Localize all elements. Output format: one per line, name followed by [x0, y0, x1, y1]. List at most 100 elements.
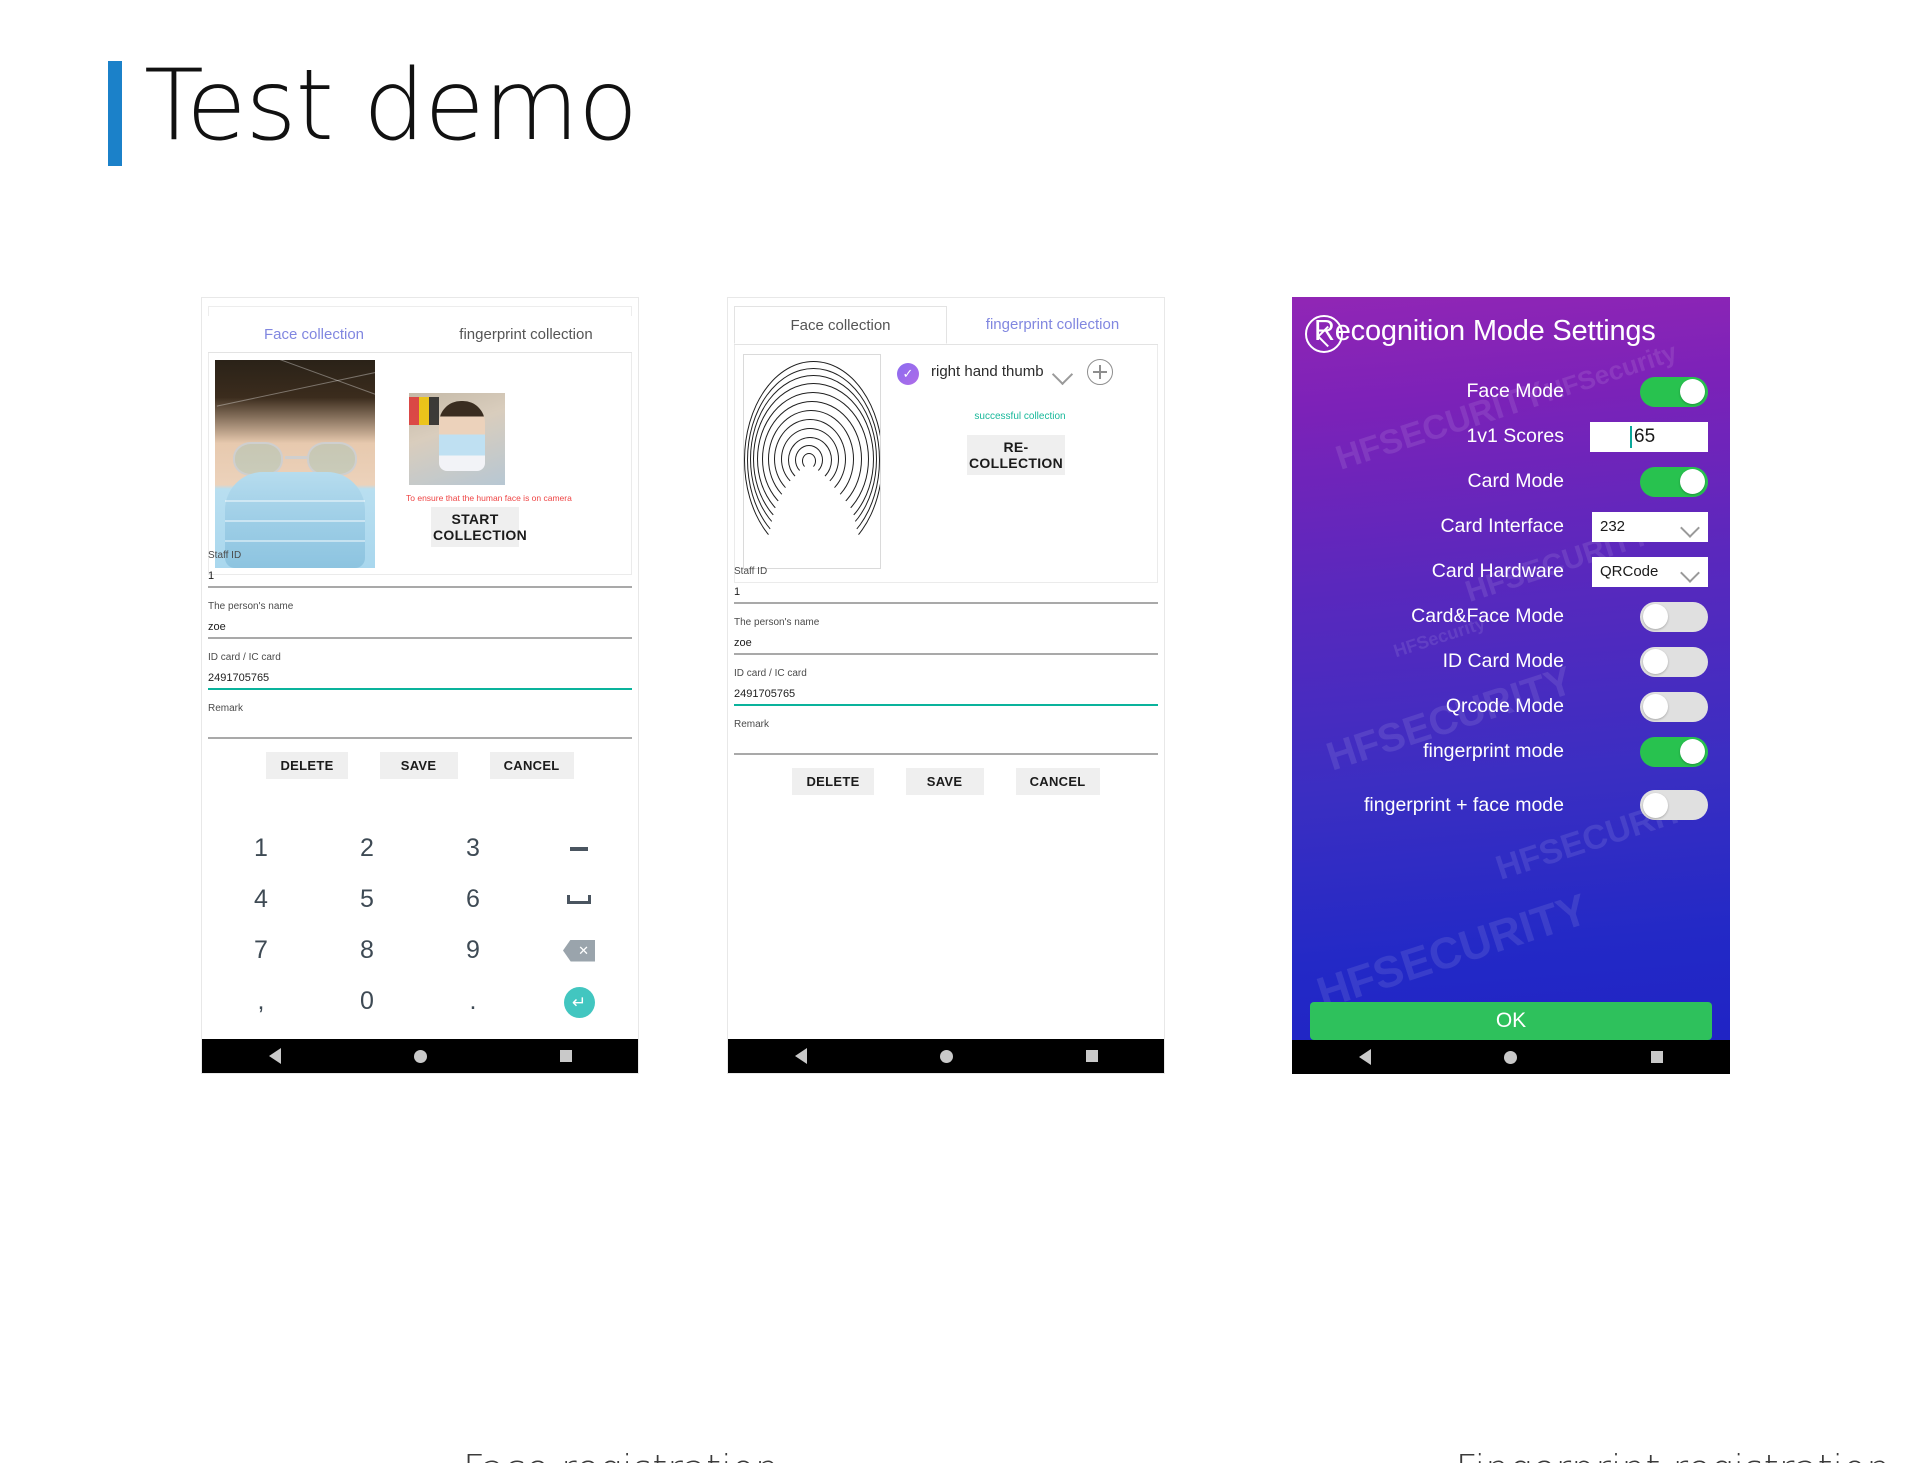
- field-label: Staff ID: [734, 566, 768, 577]
- key-7[interactable]: 7: [208, 925, 314, 976]
- key-3[interactable]: 3: [420, 823, 526, 874]
- field-id-card[interactable]: ID card / IC card 2491705765: [208, 652, 632, 690]
- field-remark[interactable]: Remark: [734, 719, 1158, 755]
- fingerprint-mode-toggle[interactable]: [1640, 736, 1708, 767]
- toggle-knob: [1680, 379, 1705, 404]
- enter-icon[interactable]: ↵: [526, 976, 632, 1029]
- save-button[interactable]: SAVE: [379, 752, 458, 779]
- cancel-button[interactable]: CANCEL: [489, 752, 574, 779]
- recents-icon[interactable]: [559, 1050, 572, 1062]
- tab-top-border: [208, 306, 632, 316]
- page-title-text: Test demo: [144, 49, 638, 163]
- field-label: Remark: [734, 719, 770, 730]
- setting-row-1v1-scores: 1v1 Scores 65: [1314, 414, 1708, 459]
- tab-face-collection[interactable]: Face collection: [208, 316, 420, 352]
- start-collection-button[interactable]: START COLLECTION: [431, 507, 527, 548]
- chevron-down-icon[interactable]: [1053, 367, 1075, 379]
- minus-icon[interactable]: [526, 823, 632, 874]
- key-0[interactable]: 0: [314, 976, 420, 1029]
- save-button[interactable]: SAVE: [905, 768, 984, 795]
- keypad-row: 7 8 9 ✕: [208, 925, 632, 976]
- ok-button[interactable]: OK: [1310, 1002, 1712, 1040]
- key-4[interactable]: 4: [208, 874, 314, 925]
- home-icon[interactable]: [939, 1049, 953, 1063]
- 1v1-scores-input[interactable]: 65: [1590, 421, 1708, 452]
- face-registration-phone: Face collection fingerprint collection T…: [201, 297, 639, 1074]
- re-collection-button[interactable]: RE-COLLECTION: [967, 435, 1065, 476]
- row-label: Face Mode: [1466, 380, 1564, 402]
- card-mode-toggle[interactable]: [1640, 466, 1708, 497]
- back-icon[interactable]: [268, 1048, 281, 1064]
- row-label: ID Card Mode: [1442, 650, 1564, 672]
- fingerprint-tabstrip: Face collection fingerprint collection: [734, 306, 1158, 345]
- id-card-mode-toggle[interactable]: [1640, 646, 1708, 677]
- field-id-card[interactable]: ID card / IC card 2491705765: [734, 668, 1158, 706]
- watermark: HFSECURITY: [1311, 884, 1594, 1019]
- row-label: Card&Face Mode: [1411, 605, 1564, 627]
- page-title: Test demo: [108, 49, 638, 166]
- finger-selector-label[interactable]: right hand thumb: [931, 363, 1044, 380]
- key-8[interactable]: 8: [314, 925, 420, 976]
- delete-button[interactable]: DELETE: [792, 768, 874, 795]
- field-underline: [208, 586, 632, 588]
- delete-button[interactable]: DELETE: [266, 752, 348, 779]
- cancel-button[interactable]: CANCEL: [1015, 768, 1100, 795]
- tab-fingerprint-collection[interactable]: fingerprint collection: [420, 316, 632, 352]
- card-interface-select[interactable]: 232: [1592, 511, 1708, 542]
- toggle-knob: [1643, 694, 1668, 719]
- card-hardware-value: QRCode: [1600, 563, 1659, 580]
- toggle-knob: [1643, 649, 1668, 674]
- field-label: ID card / IC card: [208, 652, 281, 663]
- field-value: 1: [208, 570, 215, 582]
- key-period[interactable]: .: [420, 976, 526, 1029]
- card-hardware-select[interactable]: QRCode: [1592, 556, 1708, 587]
- field-person-name[interactable]: The person's name zoe: [734, 617, 1158, 655]
- field-person-name[interactable]: The person's name zoe: [208, 601, 632, 639]
- setting-row-card-interface: Card Interface 232: [1314, 504, 1708, 549]
- thumbnail-face: [439, 401, 485, 471]
- back-icon[interactable]: [794, 1048, 807, 1064]
- settings-header: Recognition Mode Settings: [1292, 297, 1730, 369]
- keypad-row: , 0 . ↵: [208, 976, 632, 1029]
- field-staff-id[interactable]: Staff ID 1: [734, 566, 1158, 604]
- fingerprint-action-buttons: DELETE SAVE CANCEL: [734, 768, 1158, 795]
- key-6[interactable]: 6: [420, 874, 526, 925]
- key-comma[interactable]: ,: [208, 976, 314, 1029]
- face-mode-toggle[interactable]: [1640, 376, 1708, 407]
- key-1[interactable]: 1: [208, 823, 314, 874]
- add-fingerprint-icon[interactable]: [1087, 359, 1113, 385]
- back-icon[interactable]: [1358, 1049, 1371, 1065]
- chevron-down-icon: [1681, 521, 1701, 532]
- field-staff-id[interactable]: Staff ID 1: [208, 550, 632, 588]
- field-value: zoe: [208, 621, 226, 633]
- fingerprint-face-mode-toggle[interactable]: [1640, 790, 1708, 820]
- settings-rows: Face Mode 1v1 Scores 65 Card Mode Card I…: [1292, 369, 1730, 836]
- tab-face-collection[interactable]: Face collection: [734, 306, 947, 344]
- field-remark[interactable]: Remark: [208, 703, 632, 739]
- card-face-mode-toggle[interactable]: [1640, 601, 1708, 632]
- key-9[interactable]: 9: [420, 925, 526, 976]
- space-icon[interactable]: [526, 874, 632, 925]
- home-icon[interactable]: [1504, 1050, 1518, 1064]
- tab-fingerprint-collection[interactable]: fingerprint collection: [947, 306, 1158, 344]
- field-value: 1: [734, 586, 741, 598]
- home-icon[interactable]: [413, 1049, 427, 1063]
- key-2[interactable]: 2: [314, 823, 420, 874]
- field-underline-active: [734, 704, 1158, 706]
- backspace-icon[interactable]: ✕: [526, 925, 632, 976]
- field-underline: [734, 753, 1158, 755]
- recents-icon[interactable]: [1085, 1050, 1098, 1062]
- key-5[interactable]: 5: [314, 874, 420, 925]
- field-underline-active: [208, 688, 632, 690]
- face-form: Staff ID 1 The person's name zoe ID card…: [208, 550, 632, 779]
- slide-canvas: Test demo Face collection fingerprint co…: [0, 0, 1920, 1463]
- setting-row-fingerprint-mode: fingerprint mode: [1314, 729, 1708, 774]
- setting-row-id-card-mode: ID Card Mode: [1314, 639, 1708, 684]
- face-action-buttons: DELETE SAVE CANCEL: [208, 752, 632, 779]
- field-value: [208, 723, 632, 737]
- collection-status-text: successful collection: [974, 411, 1066, 422]
- recents-icon[interactable]: [1651, 1051, 1664, 1063]
- face-warning-text: To ensure that the human face is on came…: [406, 493, 572, 503]
- setting-row-qrcode-mode: Qrcode Mode: [1314, 684, 1708, 729]
- qrcode-mode-toggle[interactable]: [1640, 691, 1708, 722]
